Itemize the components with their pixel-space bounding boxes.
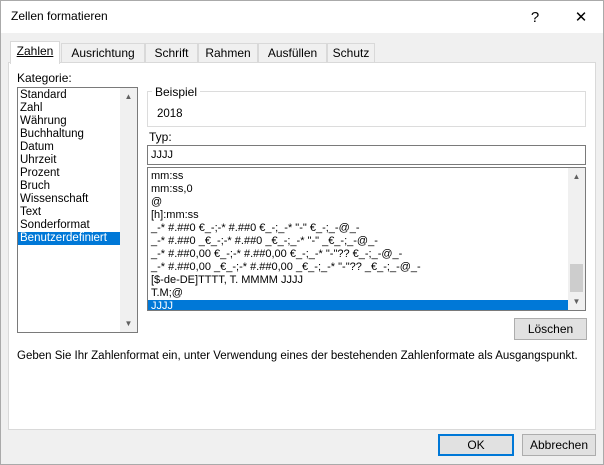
- category-listbox[interactable]: Standard Zahl Währung Buchhaltung Datum Uhrze…: [17, 87, 138, 333]
- close-button[interactable]: ✕: [567, 5, 595, 29]
- tab-schrift[interactable]: Schrift: [145, 43, 198, 63]
- window-title: Zellen formatieren: [11, 9, 108, 23]
- format-items: mm:ss mm:ss,0 @ [h]:mm:ss _-* #.##0 €_-;-* #…: [148, 168, 568, 310]
- list-item[interactable]: _-* #.##0 _€_-;-* #.##0 _€_-;_-* "-" _€_…: [148, 235, 568, 248]
- format-scrollbar[interactable]: ▲ ▼: [568, 168, 585, 310]
- tab-ausfuellen[interactable]: Ausfüllen: [258, 43, 327, 63]
- scroll-up-icon[interactable]: ▲: [120, 88, 137, 105]
- list-item[interactable]: [h]:mm:ss: [148, 209, 568, 222]
- category-scrollbar[interactable]: ▲ ▼: [120, 88, 137, 332]
- type-input[interactable]: [147, 145, 586, 165]
- ok-button[interactable]: OK: [438, 434, 514, 456]
- list-item[interactable]: mm:ss: [148, 170, 568, 183]
- list-item[interactable]: _-* #.##0,00 _€_-;-* #.##0,00 _€_-;_-* "…: [148, 261, 568, 274]
- scroll-down-icon[interactable]: ▼: [120, 315, 137, 332]
- cancel-button[interactable]: Abbrechen: [522, 434, 596, 456]
- list-item[interactable]: @: [148, 196, 568, 209]
- tab-rahmen[interactable]: Rahmen: [198, 43, 258, 63]
- category-label: Kategorie:: [17, 71, 72, 85]
- list-item[interactable]: JJJJ: [148, 300, 568, 310]
- close-icon: ✕: [574, 9, 588, 26]
- type-label: Typ:: [149, 130, 172, 144]
- format-listbox[interactable]: mm:ss mm:ss,0 @ [h]:mm:ss _-* #.##0 €_-;-* #…: [147, 167, 586, 311]
- scroll-up-icon[interactable]: ▲: [568, 168, 585, 185]
- delete-button[interactable]: Löschen: [514, 318, 587, 340]
- list-item[interactable]: [$-de-DE]TTTT, T. MMMM JJJJ: [148, 274, 568, 287]
- list-item[interactable]: T.M;@: [148, 287, 568, 300]
- sample-group: [147, 91, 586, 127]
- list-item[interactable]: _-* #.##0,00 €_-;-* #.##0,00 €_-;_-* "-"…: [148, 248, 568, 261]
- scroll-down-icon[interactable]: ▼: [568, 293, 585, 310]
- tab-zahlen[interactable]: Zahlen: [10, 41, 60, 64]
- help-button[interactable]: ?: [521, 5, 549, 29]
- tab-schutz[interactable]: Schutz: [327, 43, 375, 63]
- help-icon: ?: [530, 8, 540, 26]
- sample-label: Beispiel: [152, 85, 201, 99]
- scroll-thumb[interactable]: [570, 264, 583, 292]
- list-item[interactable]: _-* #.##0 €_-;-* #.##0 €_-;_-* "-" €_-;_…: [148, 222, 568, 235]
- sample-value: 2018: [157, 108, 183, 120]
- hint-text: Geben Sie Ihr Zahlenformat ein, unter Ve…: [17, 350, 578, 362]
- title-bar: Zellen formatieren ? ✕: [1, 1, 603, 33]
- list-item[interactable]: mm:ss,0: [148, 183, 568, 196]
- format-cells-dialog: Zellen formatieren ? ✕ Zahlen Ausrichtun…: [0, 0, 604, 465]
- tab-ausrichtung[interactable]: Ausrichtung: [61, 43, 145, 63]
